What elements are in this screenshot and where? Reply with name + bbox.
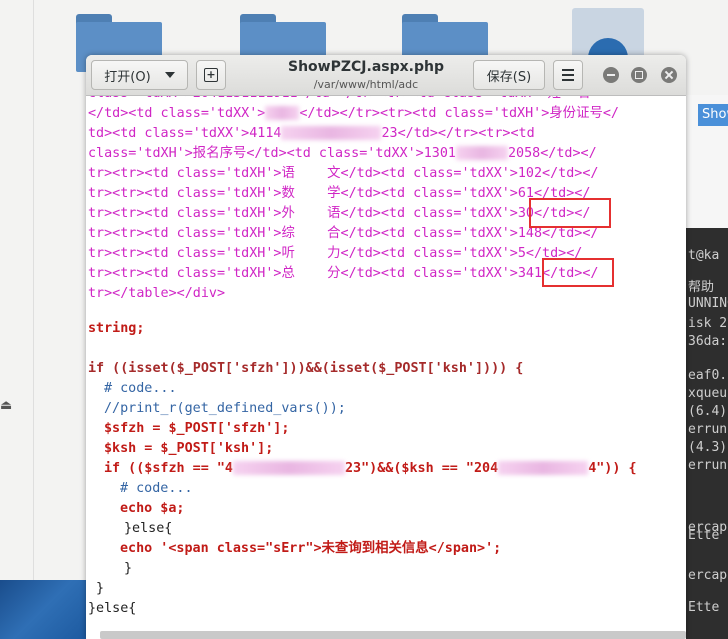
code-comment: # code... xyxy=(104,381,177,396)
code-line: tr><tr><td class='tdXH'>外 语</td><td clas… xyxy=(88,206,591,221)
minimize-icon[interactable] xyxy=(603,67,619,83)
save-button[interactable]: 保存(S) xyxy=(473,60,545,90)
code-editor[interactable]: class='tdXX'>2041131111911</td></tr><tr>… xyxy=(86,96,686,639)
code-comment: //print_r(get_defined_vars()); xyxy=(104,401,346,416)
new-document-icon: + xyxy=(204,68,218,82)
open-button[interactable]: 打开(O) xyxy=(91,60,188,90)
hamburger-menu-button[interactable] xyxy=(553,60,583,90)
maximize-icon[interactable] xyxy=(631,67,647,83)
code-line: tr></table></div> xyxy=(88,286,226,301)
terminal-line: eaf0. xyxy=(688,368,728,383)
chevron-down-icon xyxy=(164,72,175,78)
code-line: } xyxy=(124,561,133,576)
code-line: echo $a; xyxy=(120,501,185,516)
code-line: string; xyxy=(88,321,145,336)
desktop-left-panel xyxy=(0,0,86,639)
code-line: } xyxy=(96,581,105,596)
code-line: tr><tr><td class='tdXH'>综 合</td><td clas… xyxy=(88,226,599,241)
terminal-line: (6.4) xyxy=(688,404,728,419)
code-text: 2058</td></ xyxy=(507,146,597,161)
panel-divider xyxy=(33,0,34,639)
code-text: 23</td></tr><tr><td xyxy=(381,126,535,141)
code-line: </td><td class='tdXX'> </td></tr><tr><td … xyxy=(88,104,619,124)
window-title: ShowPZCJ.aspx.php xyxy=(288,59,444,75)
code-line: class='tdXX'>2041131111911</td></tr><tr>… xyxy=(88,96,590,104)
code-line: echo '<span class="sErr">未查询到相关信息</span>… xyxy=(120,541,502,556)
terminal-line: 帮助 xyxy=(688,280,715,295)
redacted-region xyxy=(455,146,508,160)
code-line: tr><tr><td class='tdXH'>听 力</td><td clas… xyxy=(88,246,583,261)
terminal-line: Ette xyxy=(688,600,720,615)
code-text: class='tdXH'>报名序号</td><td class='tdXX'>1… xyxy=(88,146,456,161)
terminal-line: UNNING xyxy=(688,296,728,311)
code-line: class='tdXH'>报名序号</td><td class='tdXX'>1… xyxy=(88,144,597,164)
code-line: if (($sfzh == "4 23")&&($ksh == "204 4")) … xyxy=(104,459,637,479)
code-line: tr><tr><td class='tdXH'>总 分</td><td clas… xyxy=(88,266,599,281)
wallpaper-corner xyxy=(0,580,86,639)
code-text: 23")&&($ksh == "204 xyxy=(345,461,499,476)
eject-icon[interactable]: ⏏ xyxy=(0,398,12,413)
terminal-window[interactable]: t@ka 帮助 UNNING isk 25 36da:1 eaf0. xqueu… xyxy=(686,228,728,639)
redacted-region xyxy=(265,106,300,120)
terminal-line: xqueu xyxy=(688,386,728,401)
terminal-line: t@ka xyxy=(688,248,720,263)
highlight-box xyxy=(542,258,614,287)
code-line: }else{ xyxy=(88,601,137,616)
redacted-region xyxy=(233,461,345,475)
code-line: }else{ xyxy=(124,521,173,536)
show-tab[interactable]: Show xyxy=(698,104,728,126)
code-line: $sfzh = $_POST['sfzh']; xyxy=(104,421,290,436)
code-comment: # code... xyxy=(120,481,193,496)
code-text: td><td class='tdXX'>4114 xyxy=(88,126,282,141)
highlight-box xyxy=(529,198,611,228)
redacted-region xyxy=(281,126,382,140)
close-icon[interactable] xyxy=(661,67,677,83)
code-text: </td></tr><tr><td class='tdXH'>身份证号</ xyxy=(299,106,619,121)
terminal-line: 36da:1 xyxy=(688,334,728,349)
redacted-region xyxy=(498,461,589,475)
menu-icon xyxy=(562,69,574,71)
code-line: td><td class='tdXX'>4114 23</td></tr><tr>… xyxy=(88,124,535,144)
terminal-line: isk 25 xyxy=(688,316,728,331)
terminal-line: errun xyxy=(688,422,728,437)
code-text: 4")) { xyxy=(588,461,637,476)
code-text: if (($sfzh == "4 xyxy=(104,461,233,476)
horizontal-scrollbar[interactable] xyxy=(100,631,686,639)
terminal-line: (4.3) xyxy=(688,440,728,455)
open-button-label: 打开(O) xyxy=(104,69,151,85)
terminal-line: Ette xyxy=(688,528,720,543)
header-bar: 打开(O) + ShowPZCJ.aspx.php /var/www/html/… xyxy=(86,55,686,96)
code-line: tr><tr><td class='tdXH'>数 学</td><td clas… xyxy=(88,186,591,201)
terminal-line: ercap xyxy=(688,568,728,583)
terminal-line: errun xyxy=(688,458,728,473)
code-line: $ksh = $_POST['ksh']; xyxy=(104,441,274,456)
new-tab-button[interactable]: + xyxy=(196,60,226,90)
editor-window: 打开(O) + ShowPZCJ.aspx.php /var/www/html/… xyxy=(86,55,686,639)
code-line: tr><tr><td class='tdXH'>语 文</td><td clas… xyxy=(88,166,599,181)
menu-icon-bar xyxy=(562,79,574,81)
code-text: </td><td class='tdXX'> xyxy=(88,106,266,121)
code-line: if ((isset($_POST['sfzh']))&&(isset($_PO… xyxy=(88,361,524,376)
window-subtitle: /var/www/html/adc xyxy=(313,78,419,91)
menu-icon-bar xyxy=(562,74,574,76)
